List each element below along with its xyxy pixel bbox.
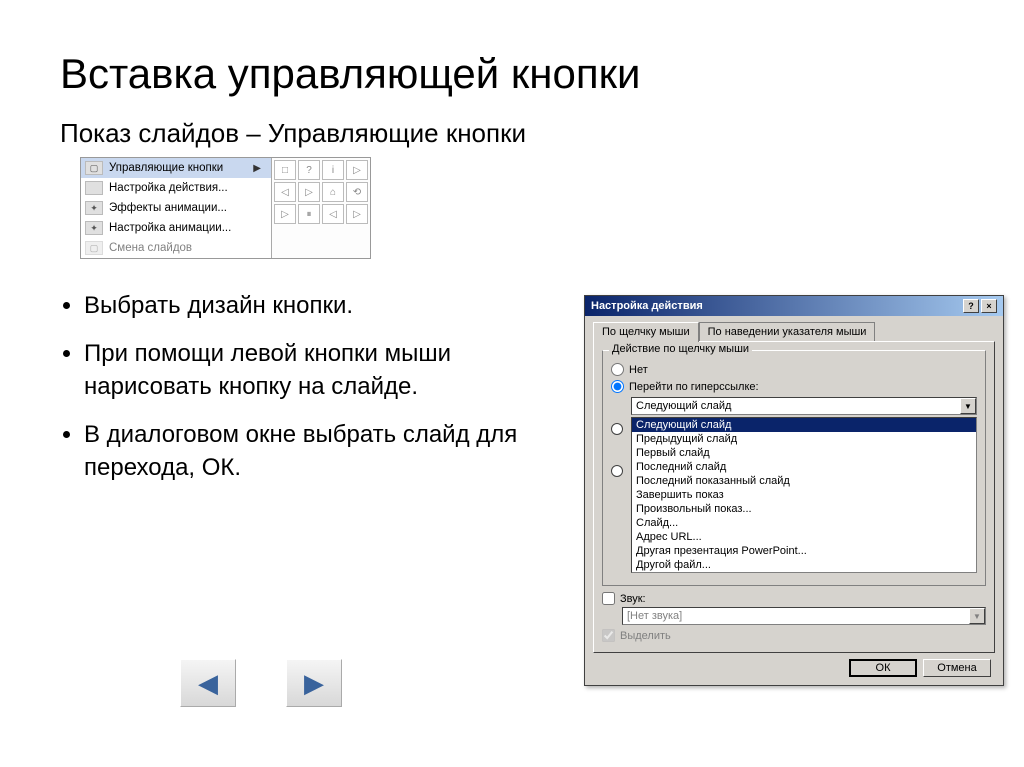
tab-strip: По щелчку мыши По наведении указателя мы…: [593, 322, 995, 341]
dialog-titlebar[interactable]: Настройка действия ? ×: [585, 296, 1003, 316]
tab-mouse-over[interactable]: По наведении указателя мыши: [699, 322, 876, 341]
shape-button[interactable]: ◁: [274, 182, 296, 202]
dropdown-icon: ▼: [969, 608, 985, 624]
list-item[interactable]: Первый слайд: [632, 446, 976, 460]
shape-button[interactable]: ?: [298, 160, 320, 180]
action-settings-dialog: Настройка действия ? × По щелчку мыши По…: [584, 295, 1004, 686]
menu-icon: ✦: [85, 221, 103, 235]
nav-buttons: ◀ ▶: [180, 659, 342, 707]
shape-button[interactable]: ⌂: [322, 182, 344, 202]
list-item[interactable]: Следующий слайд: [632, 418, 976, 432]
menu-icon: ✦: [85, 201, 103, 215]
sound-combo: [Нет звука] ▼: [622, 607, 986, 625]
action-group: Нет Перейти по гиперссылке: Следующий сл…: [602, 350, 986, 586]
hyperlink-combo[interactable]: Следующий слайд ▼: [631, 397, 977, 415]
sound-checkbox[interactable]: [602, 592, 615, 605]
combo-value: Следующий слайд: [636, 400, 731, 412]
slide-subtitle: Показ слайдов – Управляющие кнопки: [60, 118, 964, 149]
arrow-right-icon: ▶: [304, 668, 324, 699]
radio-hyperlink-row[interactable]: Перейти по гиперссылке:: [611, 380, 977, 393]
menu-item-label: Настройка анимации...: [109, 222, 231, 234]
close-button[interactable]: ×: [981, 299, 997, 313]
menu-column: ▢ Управляющие кнопки ▶ Настройка действи…: [81, 158, 271, 258]
tab-mouse-click[interactable]: По щелчку мыши: [593, 322, 699, 342]
slide: Вставка управляющей кнопки Показ слайдов…: [0, 0, 1024, 767]
list-item[interactable]: Другой файл...: [632, 558, 976, 572]
bullet-list: Выбрать дизайн кнопки. При помощи левой …: [60, 289, 530, 499]
menu-item-label: Смена слайдов: [109, 242, 192, 254]
sound-row: Звук:: [602, 592, 986, 605]
highlight-checkbox: [602, 629, 615, 642]
menu-item-label: Настройка действия...: [109, 182, 228, 194]
list-item[interactable]: Адрес URL...: [632, 530, 976, 544]
ok-button[interactable]: ОК: [849, 659, 917, 677]
list-item[interactable]: Последний слайд: [632, 460, 976, 474]
bullet-item: Выбрать дизайн кнопки.: [84, 289, 530, 323]
slide-title: Вставка управляющей кнопки: [60, 50, 964, 98]
shape-button[interactable]: ⏸: [298, 204, 320, 224]
help-button[interactable]: ?: [963, 299, 979, 313]
radio-run-macro[interactable]: [611, 465, 623, 477]
radio-label: Нет: [629, 364, 648, 376]
highlight-row: Выделить: [602, 629, 986, 642]
bullet-text: В диалоговом окне выбрать слайд для пере…: [84, 421, 517, 482]
submenu-arrow-icon: ▶: [253, 163, 261, 174]
radio-none[interactable]: [611, 363, 624, 376]
list-item[interactable]: Слайд...: [632, 516, 976, 530]
action-button-palette: □ ? i ▷ ◁ ▷ ⌂ ⟲ ▷ ⏸ ◁ ▷: [271, 158, 370, 258]
menu-item-custom-animation[interactable]: ✦ Настройка анимации...: [81, 218, 271, 238]
list-item[interactable]: Предыдущий слайд: [632, 432, 976, 446]
menu-icon: ▢: [85, 161, 103, 175]
shape-button[interactable]: i: [322, 160, 344, 180]
cancel-button[interactable]: Отмена: [923, 659, 991, 677]
menu-icon: ▢: [85, 241, 103, 255]
radio-hyperlink[interactable]: [611, 380, 624, 393]
arrow-left-icon: ◀: [198, 668, 218, 699]
menu-item-label: Управляющие кнопки: [109, 162, 223, 174]
shape-button[interactable]: □: [274, 160, 296, 180]
menu-item-label: Эффекты анимации...: [109, 202, 227, 214]
dialog-body: По щелчку мыши По наведении указателя мы…: [585, 316, 1003, 685]
menu-item-animation-effects[interactable]: ✦ Эффекты анимации...: [81, 198, 271, 218]
hyperlink-listbox[interactable]: Следующий слайд Предыдущий слайд Первый …: [631, 417, 977, 573]
menu-item-slide-transition[interactable]: ▢ Смена слайдов: [81, 238, 271, 258]
sound-label: Звук:: [620, 593, 646, 605]
next-slide-button[interactable]: ▶: [286, 659, 342, 707]
menu-icon: [85, 181, 103, 195]
dropdown-icon[interactable]: ▼: [960, 398, 976, 414]
list-item[interactable]: Последний показанный слайд: [632, 474, 976, 488]
shape-button[interactable]: ▷: [346, 204, 368, 224]
radio-none-row[interactable]: Нет: [611, 363, 977, 376]
sound-value: [Нет звука]: [627, 610, 682, 622]
bullet-item: В диалоговом окне выбрать слайд для пере…: [84, 418, 530, 485]
list-item[interactable]: Произвольный показ...: [632, 502, 976, 516]
tab-panel: Нет Перейти по гиперссылке: Следующий сл…: [593, 341, 995, 653]
dialog-title-text: Настройка действия: [591, 300, 703, 312]
prev-slide-button[interactable]: ◀: [180, 659, 236, 707]
menu-screenshot: ▢ Управляющие кнопки ▶ Настройка действи…: [80, 157, 371, 259]
shape-button[interactable]: ▷: [274, 204, 296, 224]
bullet-item: При помощи левой кнопки мыши нарисовать …: [84, 337, 530, 404]
shape-button[interactable]: ▷: [346, 160, 368, 180]
list-item[interactable]: Завершить показ: [632, 488, 976, 502]
radio-run-program[interactable]: [611, 423, 623, 435]
shape-button[interactable]: ⟲: [346, 182, 368, 202]
radio-label: Перейти по гиперссылке:: [629, 381, 759, 393]
shape-button[interactable]: ◁: [322, 204, 344, 224]
menu-item-action-settings[interactable]: Настройка действия...: [81, 178, 271, 198]
menu-item-action-buttons[interactable]: ▢ Управляющие кнопки ▶: [81, 158, 271, 178]
dialog-buttons: ОК Отмена: [593, 653, 995, 677]
shape-button[interactable]: ▷: [298, 182, 320, 202]
list-item[interactable]: Другая презентация PowerPoint...: [632, 544, 976, 558]
highlight-label: Выделить: [620, 630, 671, 642]
